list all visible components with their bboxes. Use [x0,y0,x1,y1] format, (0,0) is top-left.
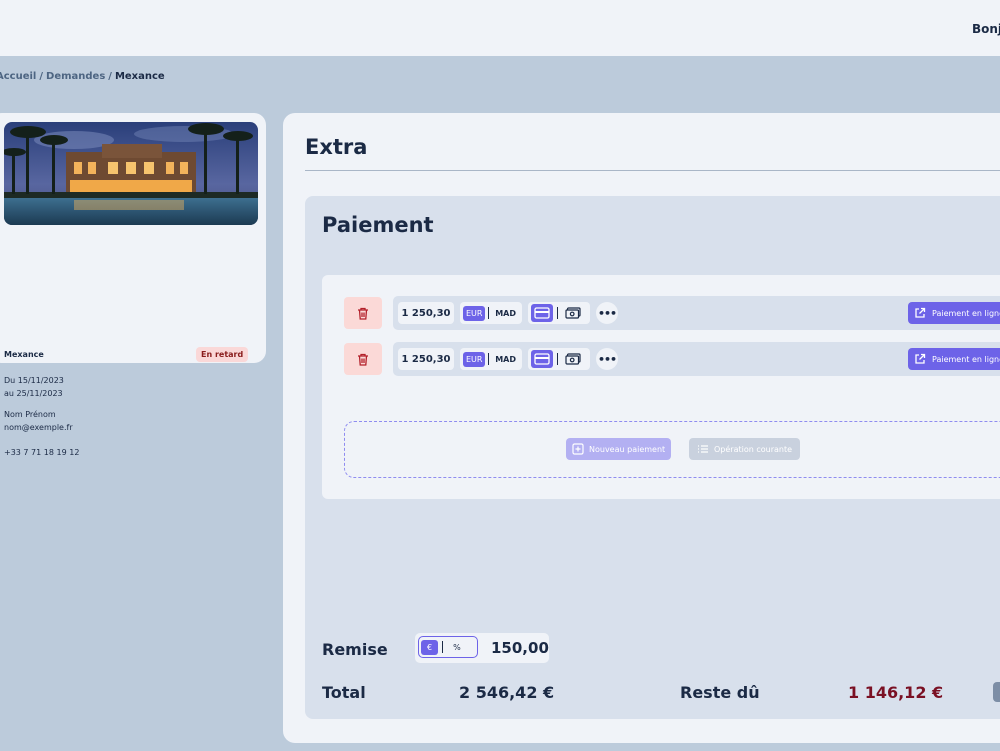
contact-phone[interactable]: +33 7 71 18 19 12 [4,446,79,459]
external-link-icon [915,353,926,364]
villa-night-photo [4,122,258,225]
date-to: au 25/11/2023 [4,389,63,398]
payment-amount-field[interactable]: 1 250,30 [398,302,454,324]
remaining-value: 1 146,12 € [848,683,944,702]
cash-method-option[interactable] [562,350,584,368]
card-method-option[interactable] [531,304,553,322]
more-options-button[interactable]: ••• [596,348,618,370]
more-options-button[interactable]: ••• [596,302,618,324]
discount-mode-percent[interactable]: % [447,640,467,655]
discount-label: Remise [322,640,388,659]
breadcrumb-requests[interactable]: Demandes [46,71,105,82]
current-operation-button[interactable]: Opération courante [689,438,801,460]
payment-title: Paiement [322,213,434,237]
breadcrumb-current: Mexance [114,71,165,82]
remaining-label: Reste dû [680,683,760,702]
total-label: Total [322,683,366,702]
divider [488,353,490,365]
top-bar: Bonjo [0,0,1000,56]
date-from: Du 15/11/2023 [4,376,64,385]
delete-payment-button[interactable] [344,343,382,375]
trash-icon [358,353,368,366]
divider [557,353,558,365]
plus-square-icon [572,443,584,455]
credit-card-icon [534,353,550,365]
payment-row: 1 250,30 EUR MAD ••• Paiement en ligne [393,342,1000,376]
contact-email[interactable]: nom@exemple.fr [4,421,73,434]
divider [442,641,444,653]
new-payment-button[interactable]: Nouveau paiement [566,438,672,460]
payment-method-selector [528,302,590,324]
currency-selector: EUR MAD [460,348,522,370]
trash-icon [358,307,368,320]
cash-method-option[interactable] [562,304,584,322]
payment-section: Paiement 1 250,30 EUR MAD ••• Paiement e… [305,196,1000,719]
breadcrumb-separator: / [39,71,44,82]
discount-mode-euro[interactable]: € [421,639,439,655]
divider [488,307,490,319]
list-icon [698,445,708,453]
delete-payment-button[interactable] [344,297,382,329]
online-payment-button[interactable]: Paiement en ligne [908,302,1000,324]
title-divider [305,170,1000,171]
ellipsis-icon: ••• [597,306,617,320]
action-button[interactable] [993,682,1000,702]
payment-row: 1 250,30 EUR MAD ••• Paiement en ligne [393,296,1000,330]
divider [557,307,558,319]
add-payment-dropzone: Nouveau paiement Opération courante [344,421,1000,478]
user-greeting[interactable]: Bonjo [972,22,1000,36]
page-title: Extra [305,135,368,159]
currency-option-mad[interactable]: MAD [492,306,519,321]
cash-icon [565,353,581,365]
discount-mode-toggle: € % [418,636,478,658]
ellipsis-icon: ••• [597,352,617,366]
online-payment-label: Paiement en ligne [932,354,1000,364]
credit-card-icon [534,307,550,319]
payment-amount-field[interactable]: 1 250,30 [398,348,454,370]
cash-icon [565,307,581,319]
total-value: 2 546,42 € [459,683,555,702]
new-payment-label: Nouveau paiement [589,444,666,454]
breadcrumb-home[interactable]: Accueil [0,71,36,82]
payment-list: 1 250,30 EUR MAD ••• Paiement en ligne 1… [322,275,1000,499]
contact-name: Nom Prénom [4,410,56,419]
currency-option-mad[interactable]: MAD [492,352,519,367]
date-range: Du 15/11/2023 au 25/11/2023 [4,374,64,400]
discount-value-input[interactable]: 150,00 [491,639,549,657]
card-method-option[interactable] [531,350,553,368]
property-name: Mexance [4,350,44,359]
property-card: Mexance En retard Du 15/11/2023 au 25/11… [0,113,266,457]
current-operation-label: Opération courante [714,444,793,454]
extra-panel: Extra Paiement 1 250,30 EUR MAD ••• Paie… [283,113,1000,743]
contact-info: Nom Prénom nom@exemple.fr [4,408,73,434]
property-photo [4,122,258,225]
external-link-icon [915,307,926,318]
breadcrumb-separator: / [108,71,112,82]
online-payment-label: Paiement en ligne [932,308,1000,318]
status-badge: En retard [196,347,249,362]
discount-field: € % 150,00 [415,633,549,663]
payment-method-selector [528,348,590,370]
breadcrumb: Accueil / Demandes / Mexance [0,71,165,82]
online-payment-button[interactable]: Paiement en ligne [908,348,1000,370]
currency-option-eur[interactable]: EUR [463,351,486,367]
currency-selector: EUR MAD [460,302,522,324]
currency-option-eur[interactable]: EUR [463,305,486,321]
